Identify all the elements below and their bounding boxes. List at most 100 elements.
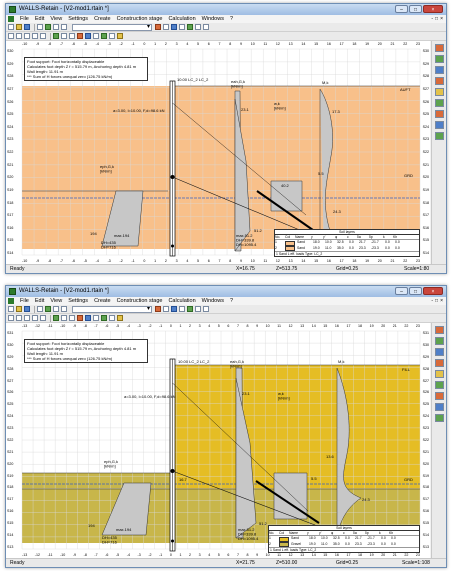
chart-bar-icon[interactable] [434, 403, 444, 411]
tree-icon[interactable] [101, 33, 107, 39]
pointer-icon[interactable] [8, 315, 14, 321]
menu-view[interactable]: View [47, 297, 65, 305]
result-icon[interactable] [117, 315, 123, 321]
close-button[interactable]: × [423, 5, 443, 13]
water-icon[interactable] [171, 24, 177, 30]
menu-help[interactable]: ? [227, 15, 236, 23]
soil-icon[interactable] [187, 306, 193, 312]
chart-bar-icon[interactable] [434, 348, 444, 356]
close-button[interactable]: × [423, 287, 443, 295]
wall-icon[interactable] [155, 306, 161, 312]
mdi-restore-button[interactable]: □ [435, 15, 438, 23]
menu-settings[interactable]: Settings [65, 15, 91, 23]
print-icon[interactable] [37, 24, 43, 30]
chart-bar-icon[interactable] [434, 326, 444, 334]
table-icon[interactable] [109, 33, 115, 39]
menu-create[interactable]: Create [91, 15, 114, 23]
menu-construction-stage[interactable]: Construction stage [114, 15, 166, 23]
load-icon[interactable] [179, 306, 185, 312]
maximize-button[interactable]: □ [409, 5, 422, 13]
menu-create[interactable]: Create [91, 297, 114, 305]
anchor-icon[interactable] [163, 306, 169, 312]
redo-icon[interactable] [61, 24, 67, 30]
zoom-out-icon[interactable] [24, 315, 30, 321]
document-icon[interactable] [8, 298, 14, 304]
chart-bar-icon[interactable] [434, 88, 444, 96]
menu-windows[interactable]: Windows [199, 15, 227, 23]
earth-pressure-icon[interactable] [77, 33, 83, 39]
table-icon[interactable] [109, 315, 115, 321]
help-icon[interactable] [203, 24, 209, 30]
earth-pressure-icon[interactable] [77, 315, 83, 321]
layer-icon[interactable] [53, 315, 59, 321]
chart-bar-icon[interactable] [434, 359, 444, 367]
chart-bar-icon[interactable] [434, 99, 444, 107]
soil-icon[interactable] [187, 24, 193, 30]
chart-bar-icon[interactable] [434, 381, 444, 389]
undo-icon[interactable] [53, 24, 59, 30]
chart-bar-icon[interactable] [434, 132, 444, 140]
menu-settings[interactable]: Settings [65, 297, 91, 305]
chart-bar-icon[interactable] [434, 55, 444, 63]
title-bar[interactable]: WALLS-Retain - [V2-mod1.rtain *] – □ × [6, 4, 446, 15]
mdi-restore-button[interactable]: □ [435, 297, 438, 305]
chart-bar-icon[interactable] [434, 370, 444, 378]
chart-bar-icon[interactable] [434, 110, 444, 118]
construction-stage-select[interactable] [72, 305, 152, 313]
open-folder-icon[interactable] [16, 24, 22, 30]
menu-windows[interactable]: Windows [199, 297, 227, 305]
text-icon[interactable] [195, 24, 201, 30]
help-icon[interactable] [203, 306, 209, 312]
force-icon[interactable] [85, 33, 91, 39]
mdi-minimize-button[interactable]: - [431, 15, 433, 23]
document-icon[interactable] [8, 16, 14, 22]
snap-icon[interactable] [69, 315, 75, 321]
maximize-button[interactable]: □ [409, 287, 422, 295]
force-icon[interactable] [85, 315, 91, 321]
moment-icon[interactable] [93, 315, 99, 321]
menu-view[interactable]: View [47, 15, 65, 23]
zoom-out-icon[interactable] [24, 33, 30, 39]
drawing-canvas[interactable]: 10.00 LC_2 LC_2 eph,G,k [kN/m] eah,G,k [kN… [6, 323, 430, 559]
menu-edit[interactable]: Edit [32, 297, 47, 305]
save-icon[interactable] [24, 306, 30, 312]
menu-help[interactable]: ? [227, 297, 236, 305]
zoom-fit-icon[interactable] [32, 315, 38, 321]
mdi-close-button[interactable]: × [440, 297, 443, 305]
mdi-close-button[interactable]: × [440, 15, 443, 23]
pan-icon[interactable] [40, 315, 46, 321]
title-bar[interactable]: WALLS-Retain - [V2-mod1.rtain *] – □ × [6, 286, 446, 297]
chart-bar-icon[interactable] [434, 414, 444, 422]
tree-icon[interactable] [101, 315, 107, 321]
minimize-button[interactable]: – [395, 5, 408, 13]
chart-bar-icon[interactable] [434, 121, 444, 129]
result-icon[interactable] [117, 33, 123, 39]
snap-icon[interactable] [69, 33, 75, 39]
print-icon[interactable] [37, 306, 43, 312]
text-icon[interactable] [195, 306, 201, 312]
chart-bar-icon[interactable] [434, 77, 444, 85]
menu-file[interactable]: File [17, 15, 32, 23]
grid-icon[interactable] [61, 33, 67, 39]
water-icon[interactable] [171, 306, 177, 312]
zoom-in-icon[interactable] [16, 33, 22, 39]
undo-icon[interactable] [53, 306, 59, 312]
zoom-in-icon[interactable] [16, 315, 22, 321]
chart-bar-icon[interactable] [434, 392, 444, 400]
pan-icon[interactable] [40, 33, 46, 39]
layer-icon[interactable] [53, 33, 59, 39]
minimize-button[interactable]: – [395, 287, 408, 295]
chart-bar-icon[interactable] [434, 44, 444, 52]
menu-calculation[interactable]: Calculation [165, 15, 198, 23]
mdi-minimize-button[interactable]: - [431, 297, 433, 305]
open-folder-icon[interactable] [16, 306, 22, 312]
calculate-icon[interactable] [45, 24, 51, 30]
moment-icon[interactable] [93, 33, 99, 39]
pointer-icon[interactable] [8, 33, 14, 39]
construction-stage-select[interactable] [72, 23, 152, 31]
load-icon[interactable] [179, 24, 185, 30]
save-icon[interactable] [24, 24, 30, 30]
menu-calculation[interactable]: Calculation [165, 297, 198, 305]
redo-icon[interactable] [61, 306, 67, 312]
chart-bar-icon[interactable] [434, 66, 444, 74]
